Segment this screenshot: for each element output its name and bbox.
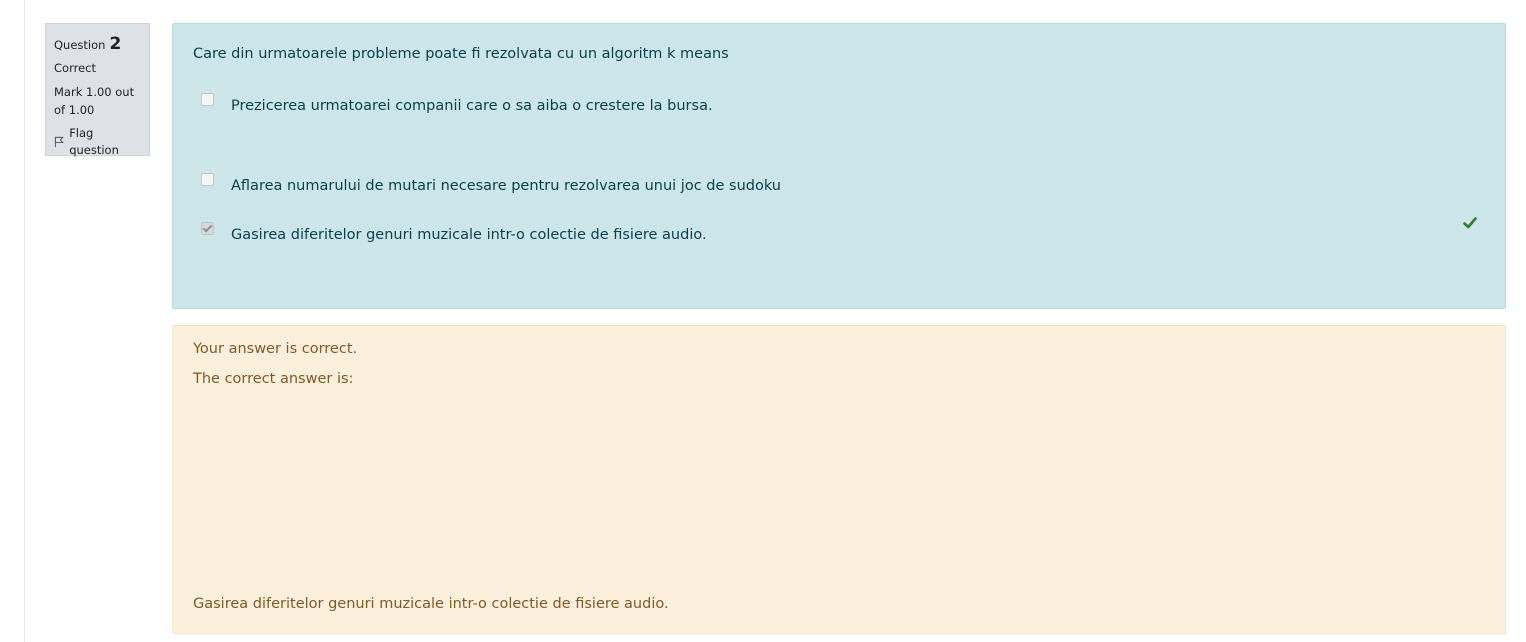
answer-checkbox-2[interactable] xyxy=(201,173,214,186)
answer-label-1: Prezicerea urmatoarei companii care o sa… xyxy=(231,98,713,114)
question-number: 2 xyxy=(109,34,122,54)
question-content-box: Care din urmatoarele probleme poate fi r… xyxy=(172,23,1506,309)
question-text: Care din urmatoarele probleme poate fi r… xyxy=(193,46,729,62)
question-state: Correct xyxy=(54,60,96,75)
right-answer-intro: The correct answer is: xyxy=(193,371,354,387)
check-icon xyxy=(1463,217,1477,229)
answer-option-1: Prezicerea urmatoarei companii care o sa… xyxy=(201,93,713,116)
flag-question-label: Flag question xyxy=(69,125,119,157)
answer-label-3: Gasirea diferitelor genuri muzicale intr… xyxy=(231,227,707,243)
question-label: Question xyxy=(54,38,106,52)
flag-icon xyxy=(54,136,64,148)
flag-question-link[interactable]: Flag question xyxy=(54,125,141,160)
left-border-line xyxy=(24,0,25,642)
answer-label-2: Aflarea numarului de mutari necesare pen… xyxy=(231,178,781,194)
answer-checkbox-3[interactable] xyxy=(201,222,214,235)
quiz-review-page: Question 2 Correct Mark 1.00 out of 1.00… xyxy=(0,0,1526,642)
right-answer-text: Gasirea diferitelor genuri muzicale intr… xyxy=(193,596,669,612)
feedback-text: Your answer is correct. xyxy=(193,341,358,357)
question-number-line: Question 2 xyxy=(54,32,141,58)
answer-checkbox-1[interactable] xyxy=(201,93,214,106)
question-grade: Mark 1.00 out of 1.00 xyxy=(54,84,135,117)
answer-option-3: Gasirea diferitelor genuri muzicale intr… xyxy=(201,222,707,245)
question-info-box: Question 2 Correct Mark 1.00 out of 1.00… xyxy=(45,23,150,157)
feedback-box: Your answer is correct. The correct answ… xyxy=(172,325,1506,634)
answer-option-2: Aflarea numarului de mutari necesare pen… xyxy=(201,173,781,196)
